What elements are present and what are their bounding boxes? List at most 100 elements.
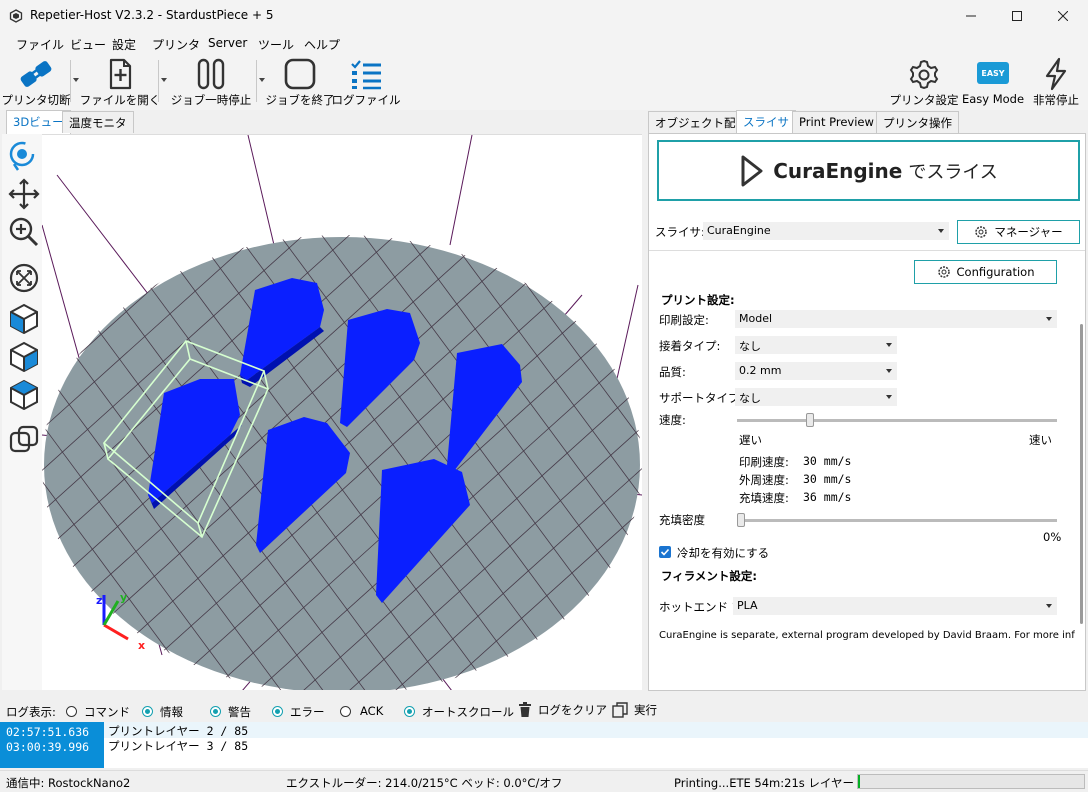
- log-area[interactable]: 02:57:51.636 03:00:39.996 プリントレイヤー 2 / 8…: [0, 722, 1088, 768]
- gear-icon: [975, 226, 988, 238]
- close-button[interactable]: [1040, 0, 1086, 32]
- file-add-icon: [109, 58, 132, 90]
- infill-density-label: 充填密度: [659, 513, 705, 527]
- log-auto-scroll[interactable]: [404, 706, 415, 717]
- infill-speed-label: 充填速度:: [739, 491, 789, 505]
- printer-settings-button[interactable]: プリンタ設定: [889, 54, 959, 108]
- plug-icon: [20, 61, 52, 87]
- fit-view-icon[interactable]: [8, 262, 40, 294]
- log-file-button[interactable]: ログファイル: [332, 54, 401, 108]
- menu-view[interactable]: ビュー: [70, 36, 106, 53]
- front-view-icon[interactable]: [8, 340, 40, 372]
- log-file-label: ログファイル: [331, 93, 401, 107]
- zoom-icon[interactable]: [8, 216, 40, 248]
- slicer-panel: CuraEngine でスライス スライサ: CuraEngine マネージャー…: [648, 133, 1086, 691]
- speed-slider-thumb[interactable]: [805, 413, 814, 427]
- log-filter-ack[interactable]: [340, 706, 351, 717]
- easy-mode-icon: EASY: [977, 62, 1009, 84]
- log-filter-info-label: 情報: [160, 705, 183, 719]
- minimize-button[interactable]: [948, 0, 994, 32]
- profile-select[interactable]: Model: [735, 310, 1057, 328]
- easy-mode-label: Easy Mode: [961, 92, 1025, 106]
- pause-job-button[interactable]: ジョブ一時停止: [170, 54, 252, 108]
- manager-button[interactable]: マネージャー: [957, 220, 1080, 244]
- rotate-view-icon[interactable]: [8, 140, 40, 172]
- slice-button-suffix: でスライス: [908, 161, 998, 183]
- copy-icon: [612, 702, 628, 718]
- pause-job-label: ジョブ一時停止: [170, 93, 252, 107]
- log-filter-bar: ログ表示: コマンド 情報 警告 エラー ACK オートスクロール ログをクリア…: [0, 700, 1088, 722]
- speed-fast-label: 速い: [1029, 433, 1052, 447]
- menu-bar: ファイル ビュー 設定 プリンタ Server ツール ヘルプ: [0, 32, 1088, 54]
- hotend-select[interactable]: PLA: [733, 597, 1057, 615]
- quality-select[interactable]: 0.2 mm: [735, 362, 897, 380]
- log-filter-warnings-label: 警告: [228, 705, 251, 719]
- open-file-button[interactable]: ファイルを開く: [80, 54, 160, 108]
- cura-note: CuraEngine is separate, external program…: [659, 630, 1075, 641]
- lightning-icon: [1045, 57, 1067, 91]
- support-label: サポートタイプ:: [659, 391, 744, 405]
- open-dropdown-arrow[interactable]: [158, 60, 168, 102]
- log-filter-info[interactable]: [142, 706, 153, 717]
- top-view-icon[interactable]: [8, 378, 40, 410]
- tab-print-preview[interactable]: Print Preview: [792, 111, 881, 133]
- menu-server[interactable]: Server: [208, 36, 247, 50]
- slice-button[interactable]: CuraEngine でスライス: [657, 140, 1080, 201]
- support-select[interactable]: なし: [735, 388, 897, 406]
- pause-dropdown-arrow[interactable]: [256, 60, 266, 102]
- print-speed-label: 印刷速度:: [739, 455, 789, 469]
- disconnect-dropdown-arrow[interactable]: [70, 60, 80, 102]
- menu-printer[interactable]: プリンタ: [152, 36, 200, 53]
- printer-settings-label: プリンタ設定: [889, 93, 959, 107]
- parallel-projection-icon[interactable]: [8, 424, 40, 456]
- log-time: 02:57:51.636: [6, 725, 90, 739]
- outer-speed-value: 30 mm/s: [803, 472, 852, 486]
- log-message: プリントレイヤー 2 / 85: [108, 724, 249, 738]
- log-filter-commands-label: コマンド: [84, 705, 130, 719]
- menu-tools[interactable]: ツール: [258, 36, 294, 53]
- log-filter-warnings[interactable]: [210, 706, 221, 717]
- hotend-label: ホットエンド 1:: [659, 600, 743, 614]
- speed-slow-label: 遅い: [739, 433, 762, 447]
- configuration-button[interactable]: Configuration: [914, 260, 1057, 284]
- easy-mode-button[interactable]: EASY Easy Mode: [960, 54, 1026, 108]
- log-auto-scroll-label: オートスクロール: [422, 705, 514, 719]
- slicer-select[interactable]: CuraEngine: [703, 222, 949, 240]
- infill-slider-thumb[interactable]: [737, 513, 745, 527]
- window-title: Repetier-Host V2.3.2 - StardustPiece + 5: [30, 8, 274, 22]
- maximize-button[interactable]: [994, 0, 1040, 32]
- tab-3d-view[interactable]: 3Dビュー: [6, 110, 71, 134]
- infill-slider-track[interactable]: [737, 519, 1057, 522]
- play-icon: [741, 155, 763, 186]
- cooling-checkbox[interactable]: [659, 546, 671, 558]
- 3d-viewport[interactable]: z y x: [42, 134, 642, 690]
- execute-button[interactable]: 実行: [612, 702, 657, 718]
- menu-file[interactable]: ファイル: [16, 36, 64, 53]
- tab-slicer[interactable]: スライサ: [736, 110, 796, 134]
- infill-density-value: 0%: [1043, 530, 1062, 544]
- log-filter-errors[interactable]: [272, 706, 283, 717]
- adhesion-select[interactable]: なし: [735, 336, 897, 354]
- stop-job-button[interactable]: ジョブを終了: [265, 54, 335, 108]
- scene-canvas[interactable]: z y x: [42, 135, 642, 690]
- emergency-stop-button[interactable]: 非常停止: [1028, 54, 1084, 108]
- menu-settings[interactable]: 設定: [112, 36, 136, 53]
- disconnect-printer-button[interactable]: プリンタ切断: [1, 54, 71, 108]
- panel-scrollbar[interactable]: [1080, 324, 1083, 624]
- disconnect-printer-label: プリンタ切断: [1, 93, 71, 107]
- log-filter-commands[interactable]: [66, 706, 77, 717]
- clear-log-button[interactable]: ログをクリア: [518, 702, 607, 718]
- print-progress-bar: [857, 774, 1085, 789]
- quality-label: 品質:: [659, 365, 686, 379]
- isometric-view-icon[interactable]: [8, 302, 40, 334]
- connection-status: 通信中: RostockNano2: [6, 776, 131, 790]
- menu-help[interactable]: ヘルプ: [304, 36, 340, 53]
- move-view-icon[interactable]: [8, 178, 40, 210]
- tab-temperature-monitor[interactable]: 温度モニタ: [62, 111, 134, 133]
- tab-printer-control[interactable]: プリンタ操作: [876, 111, 959, 133]
- configuration-label: Configuration: [956, 265, 1035, 279]
- print-speed-value: 30 mm/s: [803, 454, 852, 468]
- stop-job-label: ジョブを終了: [265, 93, 335, 107]
- speed-slider-track[interactable]: [737, 419, 1057, 422]
- clear-log-label: ログをクリア: [538, 703, 607, 717]
